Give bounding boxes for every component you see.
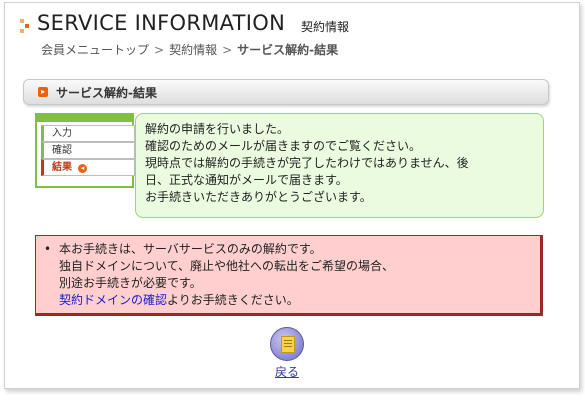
breadcrumb-separator: > — [222, 43, 233, 57]
bullet-icon: • — [44, 242, 52, 256]
breadcrumb: 会員メニュートップ > 契約情報 > サービス解約-結果 — [41, 41, 338, 58]
warning-link-suffix: よりお手続きください。 — [167, 293, 299, 307]
step-label: 結果 — [52, 162, 72, 173]
message-line: 解約の申請を行いました。 — [145, 122, 290, 136]
page-header: SERVICE INFORMATION 契約情報 会員メニュートップ > 契約情報 >… — [5, 3, 579, 65]
step-result: 結果 ◂ — [41, 159, 135, 176]
message-line: お手続きいただきありがとうございます。 — [145, 190, 372, 204]
warning-box: • 本お手続きは、サーバサービスのみの解約です。 独自ドメインについて、廃止や他… — [35, 235, 543, 316]
logo-dots-icon — [20, 19, 34, 35]
step-confirm: 確認 — [41, 142, 135, 159]
document-icon[interactable] — [270, 327, 304, 361]
breadcrumb-home[interactable]: 会員メニュートップ — [41, 43, 149, 57]
section-header: ▸ サービス解約-結果 — [23, 79, 549, 105]
section-title: サービス解約-結果 — [56, 86, 157, 100]
domain-check-link[interactable]: 契約ドメインの確認 — [59, 293, 167, 307]
warning-line: 本お手続きは、サーバサービスのみの解約です。 — [59, 242, 322, 256]
warning-link-line: 契約ドメインの確認よりお手続きください。 — [59, 292, 394, 309]
step-label: 入力 — [52, 128, 72, 139]
back-button[interactable]: 戻る — [267, 327, 307, 380]
page-subtitle: 契約情報 — [301, 20, 350, 34]
result-message: 解約の申請を行いました。 確認のためのメールが届きますのでご覧ください。 現時点… — [135, 113, 544, 218]
step-input: 入力 — [41, 125, 135, 142]
content-panel: SERVICE INFORMATION 契約情報 会員メニュートップ > 契約情報 >… — [4, 2, 580, 389]
breadcrumb-separator: > — [154, 43, 165, 57]
warning-line: 独自ドメインについて、廃止や他社への転出をご希望の場合、 — [59, 259, 395, 273]
message-line: 確認のためのメールが届きますのでご覧ください。 — [145, 139, 422, 153]
breadcrumb-contract[interactable]: 契約情報 — [169, 43, 217, 57]
arrow-right-icon: ▸ — [38, 87, 48, 97]
message-line: 現時点では解約の手続きが完了したわけではありません、後 — [145, 156, 469, 170]
step-indicator: 入力 確認 結果 ◂ — [35, 113, 135, 188]
message-line: 日、正式な通知がメールで届きます。 — [145, 173, 348, 187]
warning-line: 別途お手続きが必要です。 — [59, 276, 202, 290]
page-title: SERVICE INFORMATION — [37, 11, 286, 35]
back-link[interactable]: 戻る — [275, 363, 299, 380]
step-label: 確認 — [52, 145, 72, 156]
arrow-left-icon: ◂ — [78, 164, 87, 173]
breadcrumb-current: サービス解約-結果 — [237, 43, 339, 57]
